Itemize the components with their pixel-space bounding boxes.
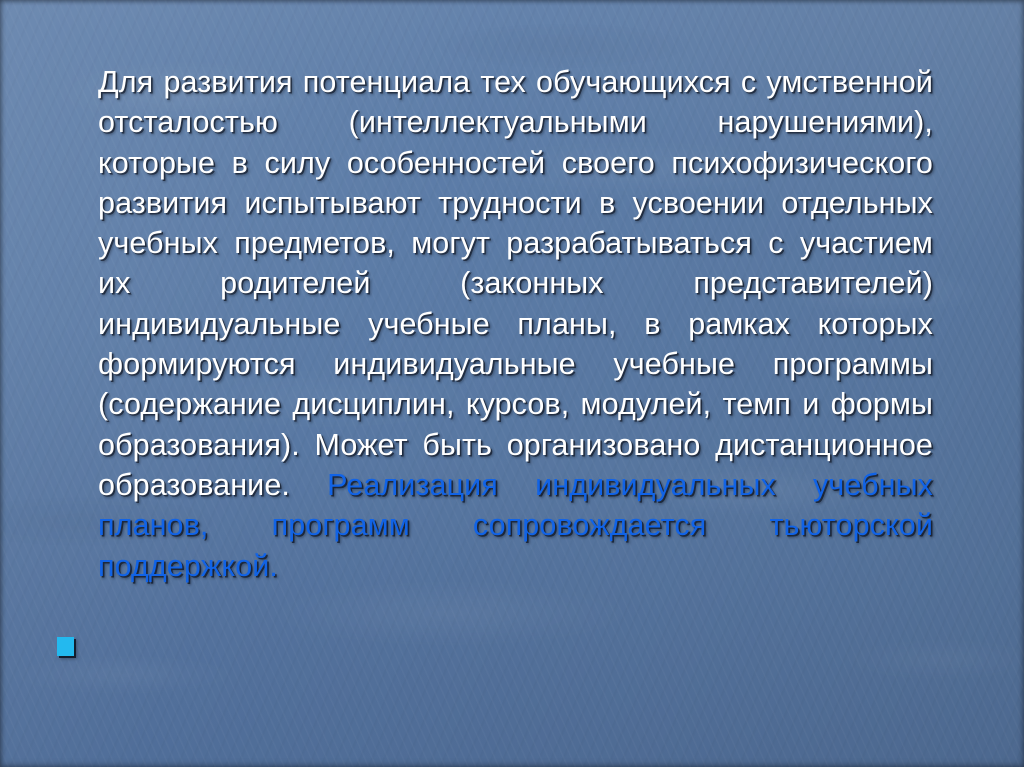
list-item-label (88, 646, 89, 647)
square-bullet-icon (57, 636, 74, 656)
body-paragraph-white-run: Для развития потенциала тех обучающихся … (98, 65, 933, 502)
presentation-slide: Для развития потенциала тех обучающихся … (0, 0, 1024, 767)
body-paragraph: Для развития потенциала тех обучающихся … (98, 62, 933, 586)
slide-body-text: Для развития потенциала тех обучающихся … (98, 62, 933, 586)
list-item (57, 631, 89, 661)
